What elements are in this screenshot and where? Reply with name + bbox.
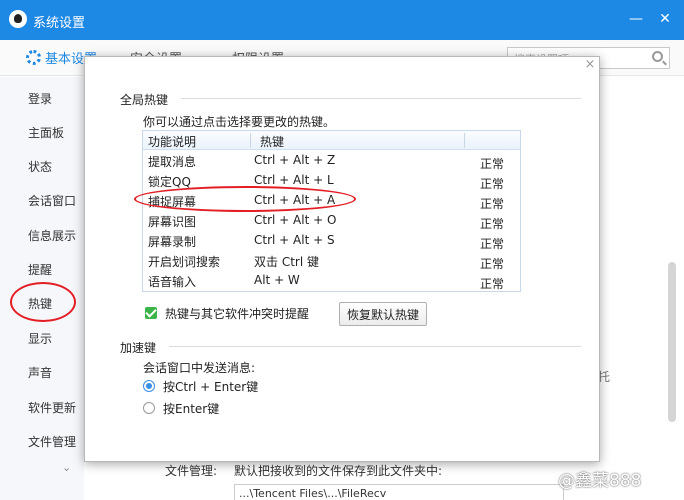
chevron-down-icon[interactable]: ⌄ <box>62 461 71 474</box>
sidebar-item-reminder[interactable]: 提醒 <box>28 261 52 278</box>
sidebar-item-update[interactable]: 软件更新 <box>28 399 76 416</box>
column-separator <box>250 133 251 148</box>
title-bar: 系统设置 — ✕ <box>0 0 684 40</box>
table-row[interactable]: 屏幕录制 Ctrl + Alt + S 正常 <box>143 231 520 251</box>
window-title: 系统设置 <box>33 16 86 31</box>
sidebar-item-status[interactable]: 状态 <box>28 158 52 175</box>
row-hotkey: Alt + W <box>254 273 300 287</box>
row-function: 屏幕录制 <box>148 235 197 249</box>
column-separator <box>464 133 465 148</box>
file-path-field[interactable]: ...\Tencent Files\...\FileRecv <box>234 484 564 500</box>
file-management-desc: 默认把接收到的文件保存到此文件夹中: <box>234 464 443 478</box>
send-message-hint: 会话窗口中发送消息: <box>143 361 256 375</box>
conflict-reminder-label: 热键与其它软件冲突时提醒 <box>165 307 310 321</box>
row-hotkey: Ctrl + Alt + L <box>254 173 334 187</box>
file-management-label: 文件管理: <box>165 464 218 478</box>
row-hotkey: Ctrl + Alt + Z <box>254 153 336 167</box>
row-status: 正常 <box>480 237 505 251</box>
sidebar-item-login[interactable]: 登录 <box>28 90 52 107</box>
row-status: 正常 <box>480 197 505 211</box>
divider <box>181 98 581 99</box>
search-icon[interactable] <box>652 51 663 62</box>
row-hotkey: Ctrl + Alt + O <box>254 213 337 227</box>
sidebar-item-main-panel[interactable]: 主面板 <box>28 124 64 141</box>
sidebar-item-info-display[interactable]: 信息展示 <box>28 227 76 244</box>
annotation-ellipse-capture-row <box>134 186 356 212</box>
row-status: 正常 <box>480 257 505 271</box>
row-function: 提取消息 <box>148 155 197 169</box>
section-title-global-hotkeys: 全局热键 <box>120 93 169 107</box>
row-hotkey: 双击 Ctrl 键 <box>254 255 319 269</box>
radio-ctrl-enter[interactable] <box>143 380 155 392</box>
watermark: @鑫菜888 <box>558 471 642 491</box>
sidebar-item-sound[interactable]: 声音 <box>28 364 52 381</box>
sidebar-item-chat-window[interactable]: 会话窗口 <box>28 192 76 209</box>
row-function: 开启划词搜索 <box>148 255 221 269</box>
restore-default-hotkeys-button[interactable]: 恢复默认热键 <box>339 302 427 326</box>
table-row[interactable]: 语音输入 Alt + W 正常 <box>143 271 520 291</box>
radio-enter-label: 按Enter键 <box>163 402 220 416</box>
hotkey-table: 功能说明 热键 提取消息 Ctrl + Alt + Z 正常 锁定QQ Ctrl… <box>142 130 521 292</box>
minimize-icon[interactable]: — <box>626 10 646 28</box>
row-hotkey: Ctrl + Alt + S <box>254 233 335 247</box>
table-row[interactable]: 开启划词搜索 双击 Ctrl 键 正常 <box>143 251 520 271</box>
divider <box>169 346 581 347</box>
column-header-hotkey: 热键 <box>260 135 285 149</box>
scrollbar[interactable] <box>668 262 676 422</box>
row-status: 正常 <box>480 177 505 191</box>
hotkey-dialog: × 全局热键 你可以通过点击选择要更改的热键。 功能说明 热键 提取消息 Ctr… <box>84 56 600 462</box>
table-row[interactable]: 提取消息 Ctrl + Alt + Z 正常 <box>143 151 520 171</box>
qq-logo-icon <box>9 10 27 28</box>
row-status: 正常 <box>480 277 505 291</box>
section-title-accelerators: 加速键 <box>120 341 157 355</box>
close-icon[interactable]: ✕ <box>655 10 675 28</box>
sidebar-item-file-management[interactable]: 文件管理 <box>28 433 76 450</box>
annotation-ellipse-hotkeys-item <box>10 282 76 322</box>
table-row[interactable]: 屏幕识图 Ctrl + Alt + O 正常 <box>143 211 520 231</box>
table-header: 功能说明 热键 <box>143 131 520 150</box>
row-status: 正常 <box>480 217 505 231</box>
hotkey-hint: 你可以通过点击选择要更改的热键。 <box>143 115 336 129</box>
radio-ctrl-enter-label: 按Ctrl + Enter键 <box>163 380 259 394</box>
sidebar-item-display[interactable]: 显示 <box>28 330 52 347</box>
radio-enter[interactable] <box>143 402 155 414</box>
row-status: 正常 <box>480 157 505 171</box>
conflict-reminder-checkbox[interactable] <box>145 307 157 319</box>
column-header-function: 功能说明 <box>148 135 197 149</box>
gear-icon <box>26 50 41 65</box>
row-function: 语音输入 <box>148 275 197 289</box>
close-icon[interactable]: × <box>583 58 597 72</box>
row-function: 屏幕识图 <box>148 215 197 229</box>
